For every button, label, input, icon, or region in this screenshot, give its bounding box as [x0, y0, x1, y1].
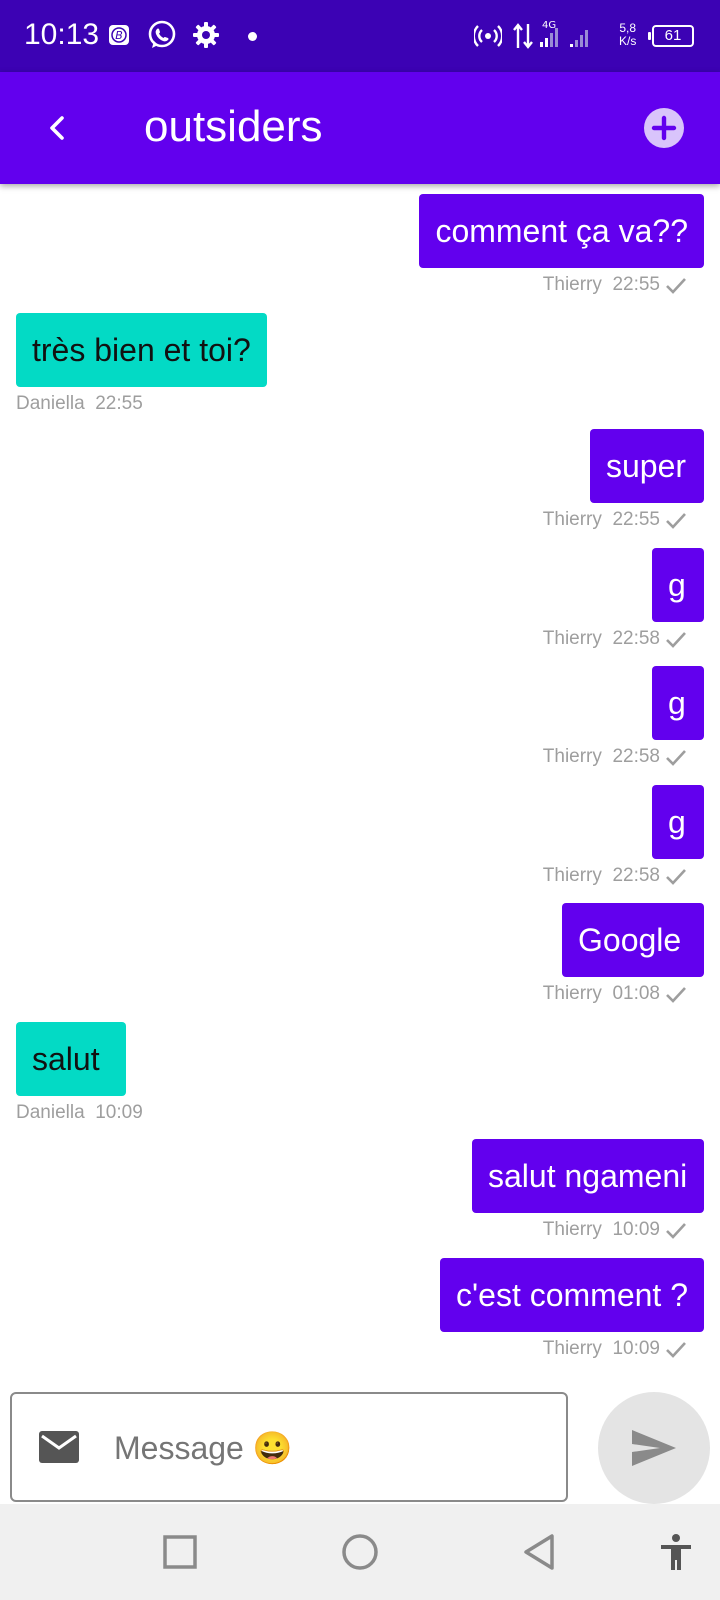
network-label: 4G [542, 20, 556, 31]
message-meta: Thierry 22:55 [543, 509, 660, 531]
message-sender: Thierry [542, 746, 602, 767]
whatsapp-icon [146, 19, 178, 56]
checkmark-icon [666, 869, 686, 885]
message-time: 22:58 [612, 865, 660, 886]
checkmark-icon [666, 513, 686, 529]
message-meta: Thierry 10:09 [543, 1219, 660, 1241]
message-time: 22:58 [612, 746, 660, 767]
status-time: 10:13 [24, 18, 100, 51]
message-sender: Thierry [542, 865, 602, 886]
incoming-message[interactable]: salut Daniella 10:09 [0, 1022, 720, 1142]
recents-button[interactable] [160, 1532, 200, 1572]
chat-title: outsiders [144, 102, 323, 151]
accessibility-icon [661, 1534, 691, 1570]
message-bubble[interactable]: c'est comment ? [440, 1258, 704, 1332]
chevron-left-icon [50, 116, 64, 140]
message-time: 22:58 [612, 628, 660, 649]
message-sender: Thierry [542, 509, 602, 530]
message-time: 22:55 [612, 274, 660, 295]
system-nav-bar [0, 1504, 720, 1600]
signal-bars-icon: 4G [538, 18, 608, 55]
message-sender: Thierry [542, 1338, 602, 1359]
message-bubble[interactable]: salut [16, 1022, 126, 1096]
message-bubble[interactable]: très bien et toi? [16, 313, 267, 387]
status-bar: 10:13 B 4G 5,8 K/s 61 [0, 0, 720, 72]
svg-text:B: B [115, 29, 123, 42]
message-bubble[interactable]: g [652, 666, 704, 740]
home-circle-icon [342, 1534, 378, 1570]
message-time: 01:08 [612, 983, 660, 1004]
message-time: 10:09 [612, 1219, 660, 1240]
message-time: 10:09 [95, 1102, 143, 1123]
message-sender: Thierry [542, 983, 602, 1004]
checkmark-icon [666, 278, 686, 294]
outgoing-message[interactable]: c'est comment ? Thierry 10:09 [0, 1258, 720, 1378]
message-bubble[interactable]: comment ça va?? [419, 194, 704, 268]
recents-square-icon [163, 1535, 197, 1569]
nav-back-button[interactable] [520, 1532, 560, 1572]
back-button[interactable] [36, 106, 80, 150]
battery-level: 61 [664, 27, 682, 44]
message-sender: Thierry [542, 628, 602, 649]
checkmark-icon [666, 1223, 686, 1239]
home-button[interactable] [340, 1532, 380, 1572]
message-bubble[interactable]: g [652, 785, 704, 859]
battery-icon: 61 [648, 25, 694, 47]
add-circle-icon [644, 108, 684, 148]
message-list[interactable]: comment ça va?? Thierry 22:55 très bien et… [0, 184, 720, 1392]
message-composer [10, 1392, 568, 1502]
message-time: 22:55 [95, 393, 143, 414]
message-meta: Daniella 10:09 [16, 1102, 143, 1124]
message-meta: Thierry 10:09 [543, 1338, 660, 1360]
notification-dot [248, 32, 257, 41]
message-bubble[interactable]: salut ngameni [472, 1139, 704, 1213]
accessibility-button[interactable] [656, 1532, 696, 1572]
outgoing-message[interactable]: g Thierry 22:58 [0, 666, 720, 786]
add-member-button[interactable] [642, 106, 686, 150]
bitcoin-app-icon: B [108, 24, 130, 51]
back-triangle-icon [524, 1534, 554, 1570]
outgoing-message[interactable]: comment ça va?? Thierry 22:55 [0, 194, 720, 314]
data-transfer-icon [512, 22, 534, 55]
app-bar: outsiders [0, 72, 720, 184]
outgoing-message[interactable]: g Thierry 22:58 [0, 785, 720, 905]
checkmark-icon [666, 1342, 686, 1358]
speed-unit: K/s [619, 34, 637, 48]
network-speed: 5,8 K/s [619, 22, 636, 48]
message-input[interactable] [112, 1422, 546, 1474]
message-time: 22:55 [612, 509, 660, 530]
message-time: 10:09 [612, 1338, 660, 1359]
message-meta: Daniella 22:55 [16, 393, 143, 415]
settings-icon [192, 21, 220, 54]
message-meta: Thierry 22:58 [543, 746, 660, 768]
incoming-message[interactable]: très bien et toi? Daniella 22:55 [0, 313, 720, 433]
message-meta: Thierry 22:55 [543, 274, 660, 296]
message-meta: Thierry 22:58 [543, 628, 660, 650]
outgoing-message[interactable]: super Thierry 22:55 [0, 429, 720, 549]
checkmark-icon [666, 750, 686, 766]
message-meta: Thierry 01:08 [543, 983, 660, 1005]
message-bubble[interactable]: super [590, 429, 704, 503]
send-button[interactable] [598, 1392, 710, 1504]
message-sender: Thierry [542, 1219, 602, 1240]
outgoing-message[interactable]: salut ngameni Thierry 10:09 [0, 1139, 720, 1259]
outgoing-message[interactable]: g Thierry 22:58 [0, 548, 720, 668]
mail-icon [38, 1430, 80, 1464]
checkmark-icon [666, 632, 686, 648]
hotspot-icon [472, 22, 504, 55]
message-sender: Thierry [542, 274, 602, 295]
message-sender: Daniella [16, 1102, 85, 1123]
outgoing-message[interactable]: Google Thierry 01:08 [0, 903, 720, 1023]
message-sender: Daniella [16, 393, 85, 414]
message-meta: Thierry 22:58 [543, 865, 660, 887]
checkmark-icon [666, 987, 686, 1003]
message-bubble[interactable]: Google [562, 903, 704, 977]
message-bubble[interactable]: g [652, 548, 704, 622]
send-icon [632, 1430, 676, 1466]
